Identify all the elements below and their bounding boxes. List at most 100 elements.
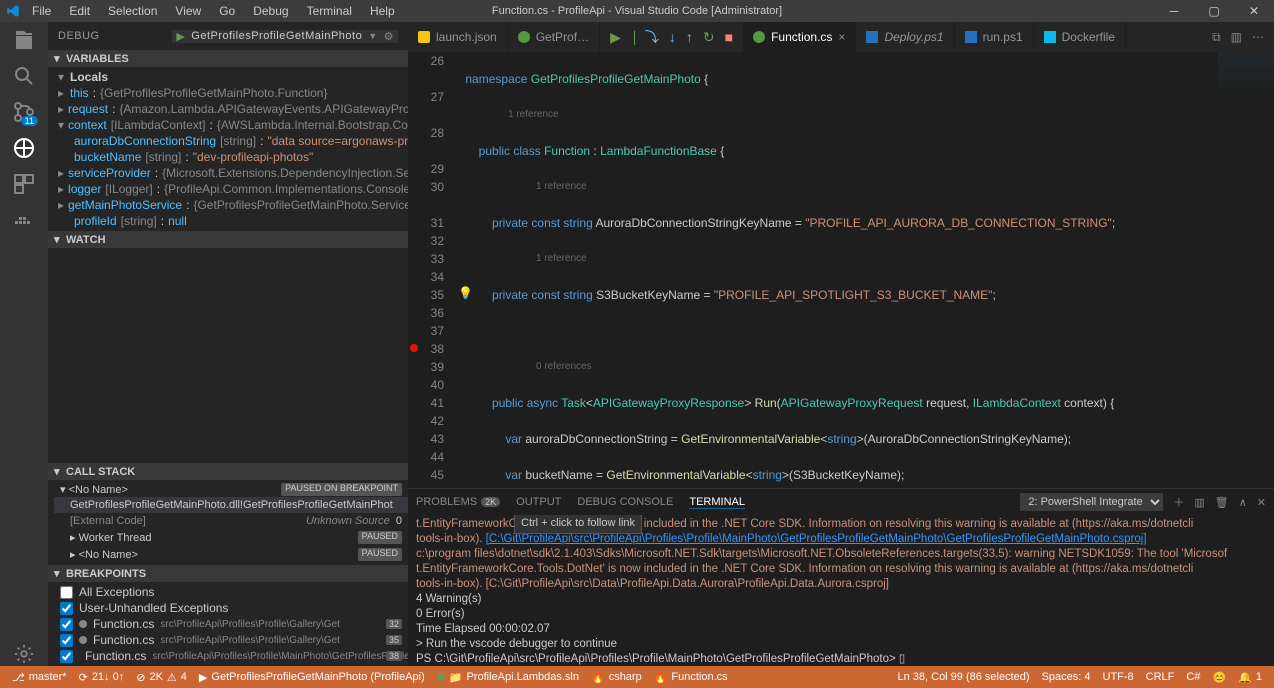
bp-item[interactable]: Function.cs src\ProfileApi\Profiles\Prof… — [54, 632, 408, 648]
minimap[interactable] — [1218, 52, 1274, 488]
var-aurora[interactable]: auroraDbConnectionString [string]: "data… — [54, 133, 408, 149]
tab-run[interactable]: run.ps1 — [955, 22, 1034, 52]
menu-go[interactable]: Go — [211, 2, 243, 20]
source-control-icon[interactable]: 11 — [12, 100, 36, 124]
status-errors[interactable]: ⊘ 2K ⚠ 4 — [130, 671, 193, 684]
close-icon[interactable]: ✕ — [1234, 4, 1274, 18]
step-over-icon[interactable]: ⤵ — [645, 27, 659, 47]
breakpoints-header[interactable]: ▾BREAKPOINTS — [48, 565, 408, 582]
minimize-icon[interactable]: ─ — [1154, 4, 1194, 18]
checkbox[interactable] — [60, 650, 73, 663]
close-panel-icon[interactable]: ✕ — [1257, 496, 1266, 509]
bp-item[interactable]: Function.cs src\ProfileApi\Profiles\Prof… — [54, 648, 408, 664]
terminal-body[interactable]: Ctrl + click to follow link t.EntityFram… — [408, 515, 1274, 666]
chevron-down-icon[interactable]: ▼ — [368, 31, 377, 41]
checkbox[interactable] — [60, 618, 73, 631]
tab-terminal[interactable]: TERMINAL — [689, 496, 745, 509]
more-icon[interactable]: ⋯ — [1252, 30, 1264, 45]
status-sln[interactable]: 📁 ProfileApi.Lambdas.sln — [431, 671, 585, 684]
status-lang2[interactable]: C# — [1180, 671, 1206, 684]
lightbulb-icon[interactable]: 💡 — [458, 286, 473, 300]
link[interactable]: [C:\Git\ProfileApi\src\ProfileApi\Profil… — [486, 533, 1147, 545]
continue-icon[interactable]: ▶⎹ — [610, 29, 635, 46]
search-icon[interactable] — [12, 64, 36, 88]
status-feedback[interactable]: 😊 — [1206, 671, 1232, 684]
status-sync[interactable]: ⟳ 21↓ 0↑ — [73, 671, 131, 684]
menu-terminal[interactable]: Terminal — [299, 2, 360, 20]
checkbox[interactable] — [60, 602, 73, 615]
var-request[interactable]: ▸request: {Amazon.Lambda.APIGatewayEvent… — [54, 101, 408, 117]
tab-function[interactable]: Function.cs× — [743, 22, 856, 52]
menu-file[interactable]: File — [24, 2, 59, 20]
menu-view[interactable]: View — [167, 2, 209, 20]
menu-selection[interactable]: Selection — [100, 2, 165, 20]
watch-header[interactable]: ▾WATCH — [48, 231, 408, 248]
tab-getprof[interactable]: GetProf… — [508, 22, 600, 52]
close-icon[interactable]: × — [838, 30, 845, 44]
docker-icon[interactable] — [12, 208, 36, 232]
stop-icon[interactable]: ■ — [725, 29, 733, 45]
menu-debug[interactable]: Debug — [245, 2, 296, 20]
step-out-icon[interactable]: ↑ — [686, 29, 693, 45]
new-terminal-icon[interactable]: ＋ — [1173, 494, 1184, 510]
callstack-frame[interactable]: [External Code]Unknown Source 0 — [54, 513, 408, 529]
menu-edit[interactable]: Edit — [61, 2, 98, 20]
maximize-icon[interactable]: ▢ — [1194, 4, 1234, 18]
tab-output[interactable]: OUTPUT — [516, 496, 561, 508]
menu-help[interactable]: Help — [362, 2, 403, 20]
gear-icon[interactable]: ⚙ — [384, 30, 394, 43]
code-editor[interactable]: 26 27 28 29 30 31 32 33 34 35 36 37 38 3… — [408, 52, 1274, 488]
terminal-select[interactable]: 2: PowerShell Integrate — [1020, 493, 1163, 511]
maximize-panel-icon[interactable]: ∧ — [1239, 496, 1247, 509]
tab-debug-console[interactable]: DEBUG CONSOLE — [577, 496, 673, 508]
kill-terminal-icon[interactable]: 🗑 — [1215, 496, 1229, 509]
var-this[interactable]: ▸this: {GetProfilesProfileGetMainPhoto.F… — [54, 85, 408, 101]
status-encoding[interactable]: UTF-8 — [1097, 671, 1140, 684]
callstack-frame[interactable]: GetProfilesProfileGetMainPhoto.dll!GetPr… — [54, 497, 408, 513]
step-into-icon[interactable]: ↓ — [669, 29, 676, 45]
status-position[interactable]: Ln 38, Col 99 (86 selected) — [891, 671, 1035, 684]
tab-problems[interactable]: PROBLEMS2K — [416, 496, 500, 508]
explorer-icon[interactable] — [12, 28, 36, 52]
compare-icon[interactable]: ⧉ — [1212, 30, 1221, 45]
status-branch[interactable]: ⎇ master* — [6, 671, 73, 684]
status-spaces[interactable]: Spaces: 4 — [1036, 671, 1097, 684]
callstack-thread[interactable]: ▾ <No Name>PAUSED ON BREAKPOINT — [54, 482, 408, 497]
var-context[interactable]: ▾context [ILambdaContext]: {AWSLambda.In… — [54, 117, 408, 133]
extensions-icon[interactable] — [12, 172, 36, 196]
watch-body[interactable] — [48, 248, 408, 463]
var-logger[interactable]: ▸logger [ILogger]: {ProfileApi.Common.Im… — [54, 181, 408, 197]
split-icon[interactable]: ▥ — [1231, 30, 1242, 45]
split-terminal-icon[interactable]: ▥ — [1194, 496, 1204, 509]
bp-item[interactable]: Function.cs src\ProfileApi\Profiles\Prof… — [54, 616, 408, 632]
var-pid[interactable]: profileId [string]: null — [54, 213, 408, 229]
callstack-thread[interactable]: ▸ <No Name>PAUSED — [54, 546, 408, 563]
callstack-thread[interactable]: ▸ Worker ThreadPAUSED — [54, 529, 408, 546]
play-icon[interactable]: ▶ — [176, 30, 185, 43]
breakpoint-icon[interactable] — [410, 344, 418, 352]
checkbox[interactable] — [60, 634, 73, 647]
locals-header[interactable]: ▾Locals — [54, 69, 408, 85]
status-bell[interactable]: 🔔 1 — [1232, 671, 1268, 684]
bp-unhandled[interactable]: User-Unhandled Exceptions — [54, 600, 408, 616]
variables-header[interactable]: ▾VARIABLES — [48, 50, 408, 67]
restart-icon[interactable]: ↻ — [703, 29, 715, 46]
debug-config[interactable]: ▶ GetProfilesProfileGetMainPhoto ▼ ⚙ — [172, 30, 398, 43]
tab-deploy[interactable]: Deploy.ps1 — [856, 22, 954, 52]
status-config[interactable]: ▶ GetProfilesProfileGetMainPhoto (Profil… — [193, 671, 431, 684]
editor-pane: launch.json GetProf… ▶⎹ ⤵ ↓ ↑ ↻ ■ Functi… — [408, 22, 1274, 666]
status-eol[interactable]: CRLF — [1140, 671, 1181, 684]
tab-docker[interactable]: Dockerfile — [1034, 22, 1126, 52]
var-bucket[interactable]: bucketName [string]: "dev-profileapi-pho… — [54, 149, 408, 165]
code-area[interactable]: namespace GetProfilesProfileGetMainPhoto… — [452, 52, 1274, 488]
bp-all-exceptions[interactable]: All Exceptions — [54, 584, 408, 600]
checkbox[interactable] — [60, 586, 73, 599]
gear-icon[interactable] — [12, 642, 36, 666]
callstack-header[interactable]: ▾CALL STACK — [48, 463, 408, 480]
status-file[interactable]: 🔥 Function.cs — [648, 671, 734, 684]
debug-icon[interactable] — [12, 136, 36, 160]
tab-launch[interactable]: launch.json — [408, 22, 508, 52]
status-lang[interactable]: 🔥 csharp — [585, 671, 648, 684]
var-sp[interactable]: ▸serviceProvider: {Microsoft.Extensions.… — [54, 165, 408, 181]
var-gmps[interactable]: ▸getMainPhotoService: {GetProfilesProfil… — [54, 197, 408, 213]
